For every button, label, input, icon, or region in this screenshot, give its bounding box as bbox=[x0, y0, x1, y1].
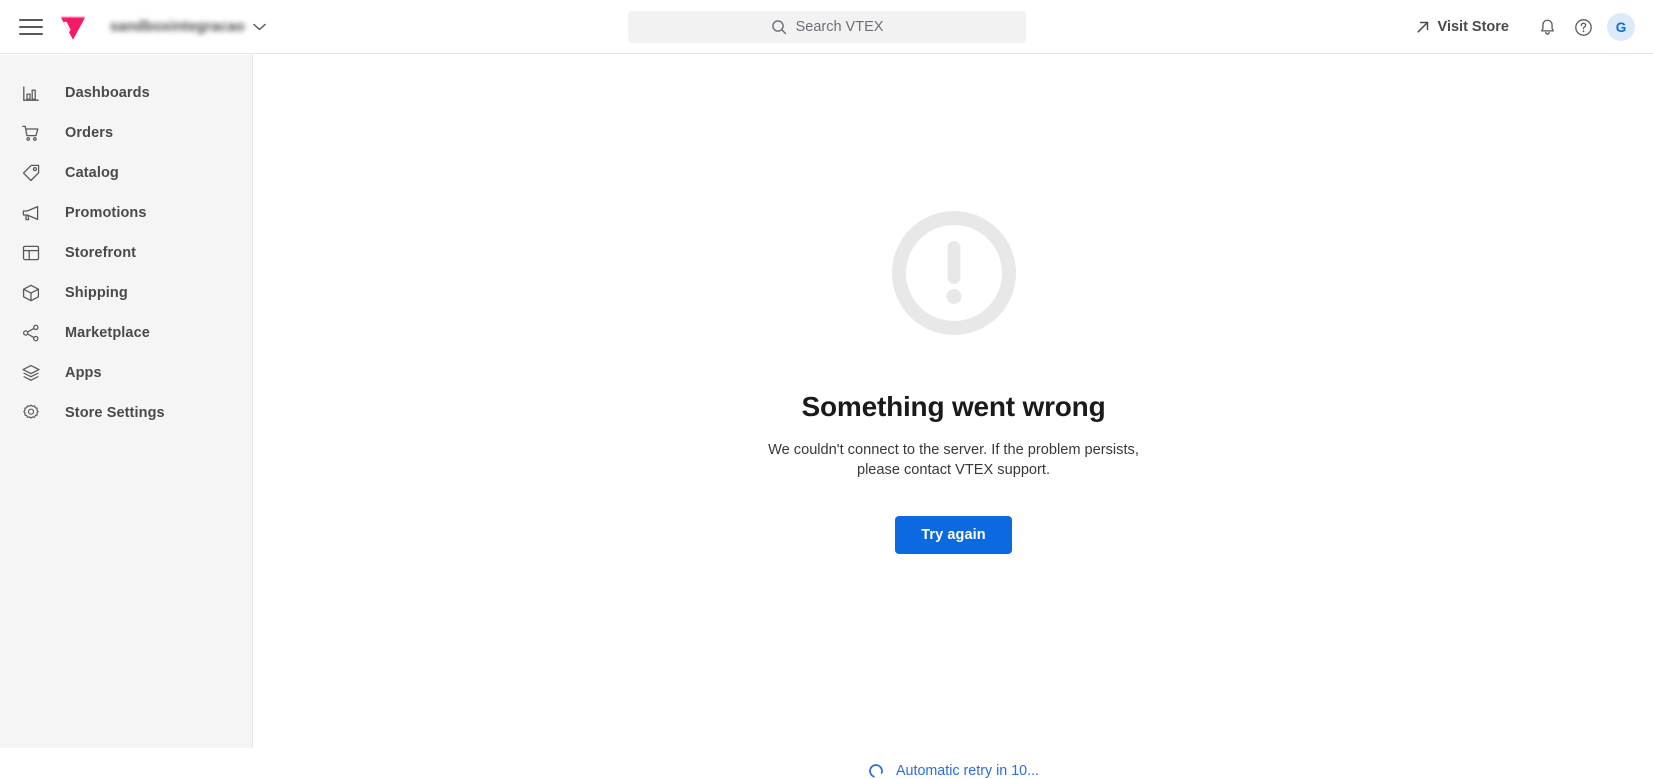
automatic-retry-row: Automatic retry in 10... bbox=[254, 763, 1653, 779]
sidebar-item-label: Storefront bbox=[65, 245, 136, 261]
search-inner: Search VTEX bbox=[771, 19, 884, 35]
hamburger-line bbox=[19, 26, 43, 28]
hamburger-line bbox=[19, 33, 43, 35]
visit-store-button[interactable]: Visit Store bbox=[1408, 13, 1517, 41]
search-placeholder: Search VTEX bbox=[796, 19, 884, 35]
top-header: sandboxintegracao Search VTEX Visit Stor… bbox=[0, 0, 1653, 54]
sidebar-nav: Dashboards Orders Catalog Promot bbox=[0, 55, 253, 748]
megaphone-icon bbox=[13, 201, 49, 225]
automatic-retry-label[interactable]: Automatic retry in 10... bbox=[896, 763, 1039, 779]
header-actions: Visit Store G bbox=[1408, 0, 1639, 54]
visit-store-label: Visit Store bbox=[1438, 19, 1509, 35]
main-content: Something went wrong We couldn't connect… bbox=[254, 55, 1653, 748]
sidebar-item-label: Store Settings bbox=[65, 405, 165, 421]
gear-icon bbox=[13, 401, 49, 425]
sidebar-item-label: Marketplace bbox=[65, 325, 150, 341]
layers-icon bbox=[13, 361, 49, 385]
sidebar-item-dashboards[interactable]: Dashboards bbox=[0, 73, 252, 113]
sidebar-item-orders[interactable]: Orders bbox=[0, 113, 252, 153]
bell-icon bbox=[1538, 18, 1557, 37]
bar-chart-icon bbox=[13, 81, 49, 105]
alert-circle-icon bbox=[888, 207, 1020, 339]
help-circle-icon bbox=[1574, 18, 1593, 37]
notifications-button[interactable] bbox=[1529, 9, 1565, 45]
search-icon bbox=[771, 19, 787, 35]
sidebar-item-label: Apps bbox=[65, 365, 102, 381]
layout-icon bbox=[13, 241, 49, 265]
hamburger-menu-icon[interactable] bbox=[16, 14, 46, 40]
sidebar-item-label: Orders bbox=[65, 125, 113, 141]
sidebar-item-marketplace[interactable]: Marketplace bbox=[0, 313, 252, 353]
search-input[interactable]: Search VTEX bbox=[628, 11, 1026, 43]
tag-icon bbox=[13, 161, 49, 185]
sidebar-item-apps[interactable]: Apps bbox=[0, 353, 252, 393]
hamburger-line bbox=[19, 19, 43, 21]
box-icon bbox=[13, 281, 49, 305]
sidebar-item-label: Catalog bbox=[65, 165, 119, 181]
shopping-cart-icon bbox=[13, 121, 49, 145]
sidebar-item-catalog[interactable]: Catalog bbox=[0, 153, 252, 193]
error-state: Something went wrong We couldn't connect… bbox=[254, 207, 1653, 554]
try-again-button[interactable]: Try again bbox=[895, 516, 1012, 554]
error-title: Something went wrong bbox=[802, 391, 1106, 423]
sidebar-item-label: Promotions bbox=[65, 205, 147, 221]
arrow-up-right-icon bbox=[1416, 20, 1430, 34]
error-description: We couldn't connect to the server. If th… bbox=[754, 440, 1154, 480]
account-name: sandboxintegracao bbox=[110, 19, 245, 35]
chevron-down-icon bbox=[253, 23, 266, 31]
sidebar-item-shipping[interactable]: Shipping bbox=[0, 273, 252, 313]
help-button[interactable] bbox=[1565, 9, 1601, 45]
account-switcher[interactable]: sandboxintegracao bbox=[110, 13, 266, 41]
sidebar-item-label: Dashboards bbox=[65, 85, 150, 101]
share-nodes-icon bbox=[13, 321, 49, 345]
loading-spinner-icon bbox=[868, 763, 884, 779]
sidebar-item-store-settings[interactable]: Store Settings bbox=[0, 393, 252, 433]
sidebar-item-promotions[interactable]: Promotions bbox=[0, 193, 252, 233]
sidebar-item-storefront[interactable]: Storefront bbox=[0, 233, 252, 273]
sidebar-item-label: Shipping bbox=[65, 285, 128, 301]
user-avatar[interactable]: G bbox=[1607, 13, 1635, 41]
vtex-logo-icon[interactable] bbox=[58, 12, 88, 42]
